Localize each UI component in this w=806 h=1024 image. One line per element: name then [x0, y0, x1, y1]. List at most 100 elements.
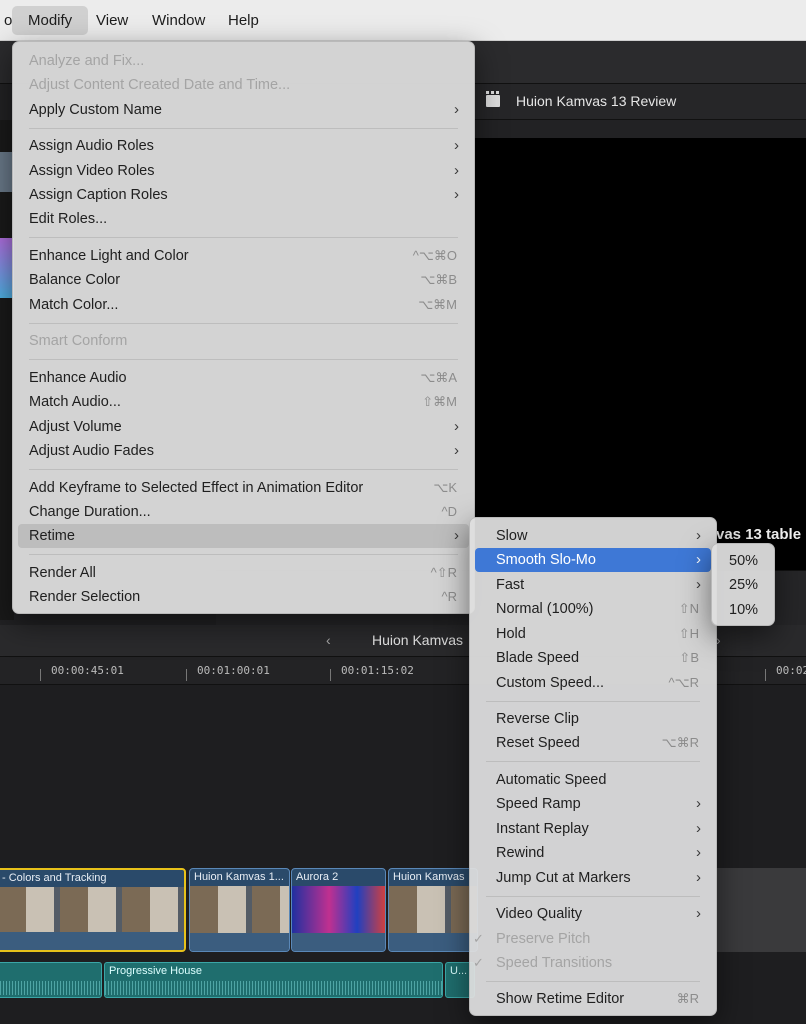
menubar-item-view[interactable]: View	[80, 6, 144, 35]
timeline-clip[interactable]	[716, 868, 806, 952]
menu-item-shortcut: ⌥⌘R	[661, 735, 699, 750]
viewer-canvas[interactable]	[474, 138, 806, 570]
ruler-tick	[186, 669, 187, 681]
timeline-clip[interactable]: Huion Kamvas 1...	[189, 868, 290, 952]
menu-item-balance-color[interactable]: Balance Color ⌥⌘B	[18, 268, 469, 292]
clip-audio	[389, 933, 477, 951]
menu-item-25-percent[interactable]: 25%	[717, 573, 769, 597]
menu-item-custom-speed[interactable]: Custom Speed... ^⌥R	[475, 671, 711, 695]
checkmark-icon: ✓	[473, 931, 484, 946]
music-clip[interactable]: Progressive House	[104, 962, 443, 998]
menu-item-apply-custom-name[interactable]: Apply Custom Name ›	[18, 98, 469, 122]
chevron-right-icon: ›	[696, 527, 701, 544]
menu-item-instant-replay[interactable]: Instant Replay ›	[475, 817, 711, 841]
music-clip-label: U...	[450, 965, 468, 977]
menubar-item-window[interactable]: Window	[136, 6, 221, 35]
chevron-right-icon: ›	[696, 869, 701, 886]
menu-item-change-duration[interactable]: Change Duration... ^D	[18, 500, 469, 524]
menu-item-rewind[interactable]: Rewind ›	[475, 841, 711, 865]
menu-item-shortcut: ⌥⌘M	[418, 297, 457, 312]
menu-item-enhance-audio[interactable]: Enhance Audio ⌥⌘A	[18, 366, 469, 390]
ruler-timecode: 00:00:45:01	[51, 664, 124, 677]
timeline-clip[interactable]: Aurora 2	[291, 868, 386, 952]
menubar-item-modify[interactable]: Modify	[12, 6, 89, 35]
menu-item-reverse-clip[interactable]: Reverse Clip	[475, 707, 711, 731]
menu-item-retime[interactable]: Retime ›	[18, 524, 469, 548]
menu-item-label: Assign Video Roles	[29, 163, 155, 179]
menu-item-automatic-speed[interactable]: Automatic Speed	[475, 768, 711, 792]
menu-item-render-all[interactable]: Render All ^⇧R	[18, 561, 469, 585]
menu-item-slow[interactable]: Slow ›	[475, 524, 711, 548]
menu-item-speed-transitions: ✓ Speed Transitions	[473, 951, 711, 975]
menu-item-blade-speed[interactable]: Blade Speed ⇧B	[475, 646, 711, 670]
chevron-right-icon: ›	[696, 905, 701, 922]
timeline-back-arrow-icon[interactable]: ‹	[326, 632, 331, 648]
menu-separator	[29, 554, 458, 555]
clip-label: - Colors and Tracking	[2, 872, 107, 884]
menu-item-hold[interactable]: Hold ⇧H	[475, 622, 711, 646]
timeline-project-title: Huion Kamvas	[372, 632, 464, 648]
menu-item-adjust-audio-fades[interactable]: Adjust Audio Fades ›	[18, 439, 469, 463]
ruler-tick	[330, 669, 331, 681]
timeline-clip[interactable]: - Colors and Tracking	[0, 868, 186, 952]
chevron-right-icon: ›	[454, 527, 459, 544]
viewer-caption: vas 13 table	[716, 526, 802, 543]
menu-item-label: Apply Custom Name	[29, 102, 162, 118]
audio-waveform	[105, 981, 442, 995]
menu-item-label: Show Retime Editor	[496, 991, 625, 1007]
menu-item-smooth-slo-mo[interactable]: Smooth Slo-Mo ›	[475, 548, 711, 572]
menu-item-shortcut: ⇧B	[679, 650, 699, 665]
menu-separator	[486, 761, 700, 762]
menu-item-label: Reset Speed	[496, 735, 580, 751]
menu-item-assign-audio-roles[interactable]: Assign Audio Roles ›	[18, 134, 469, 158]
menu-item-label: Render Selection	[29, 589, 141, 605]
menu-item-assign-video-roles[interactable]: Assign Video Roles ›	[18, 159, 469, 183]
menu-item-speed-ramp[interactable]: Speed Ramp ›	[475, 792, 711, 816]
menu-item-show-retime-editor[interactable]: Show Retime Editor ⌘R	[475, 987, 711, 1011]
chevron-right-icon: ›	[454, 186, 459, 203]
menu-item-jump-cut-at-markers[interactable]: Jump Cut at Markers ›	[475, 866, 711, 890]
menubar-item-help[interactable]: Help	[212, 6, 275, 35]
menu-item-shortcut: ⇧⌘M	[422, 394, 457, 409]
menu-item-shortcut: ⌥K	[433, 480, 457, 495]
menu-item-match-color[interactable]: Match Color... ⌥⌘M	[18, 293, 469, 317]
menu-item-shortcut: ^⇧R	[430, 565, 457, 580]
chevron-right-icon: ›	[454, 101, 459, 118]
menu-item-label: Instant Replay	[496, 821, 589, 837]
menu-item-label: 50%	[729, 553, 759, 569]
menu-item-enhance-light-and-color[interactable]: Enhance Light and Color ^⌥⌘O	[18, 244, 469, 268]
menu-item-video-quality[interactable]: Video Quality ›	[475, 902, 711, 926]
clip-label: Huion Kamvas 1...	[194, 871, 284, 883]
menu-item-10-percent[interactable]: 10%	[717, 598, 769, 622]
menu-item-normal-100[interactable]: Normal (100%) ⇧N	[475, 597, 711, 621]
music-clip-label: Progressive House	[109, 965, 202, 977]
menu-item-label: Video Quality	[496, 906, 582, 922]
menu-item-shortcut: ⌥⌘B	[420, 272, 457, 287]
menu-item-add-keyframe[interactable]: Add Keyframe to Selected Effect in Anima…	[18, 476, 469, 500]
menu-item-shortcut: ^⌥⌘O	[412, 248, 457, 263]
menu-item-label: Normal (100%)	[496, 601, 594, 617]
menu-item-50-percent[interactable]: 50%	[717, 549, 769, 573]
modify-menu: Analyze and Fix... Adjust Content Create…	[12, 41, 475, 614]
menu-item-fast[interactable]: Fast ›	[475, 573, 711, 597]
timeline-clip[interactable]: Huion Kamvas	[388, 868, 478, 952]
clip-filmstrip	[389, 886, 477, 933]
menu-item-label: Enhance Light and Color	[29, 248, 189, 264]
music-clip[interactable]	[0, 962, 102, 998]
menu-separator	[29, 469, 458, 470]
clip-label: Huion Kamvas	[393, 871, 465, 883]
menu-bar: o Modify View Window Help	[0, 0, 806, 41]
menu-item-label: Custom Speed...	[496, 675, 604, 691]
ruler-timecode: 00:02	[776, 664, 806, 677]
menu-item-edit-roles[interactable]: Edit Roles...	[18, 207, 469, 231]
menu-item-match-audio[interactable]: Match Audio... ⇧⌘M	[18, 390, 469, 414]
menu-separator	[29, 359, 458, 360]
menu-item-adjust-volume[interactable]: Adjust Volume ›	[18, 415, 469, 439]
menu-item-reset-speed[interactable]: Reset Speed ⌥⌘R	[475, 731, 711, 755]
menu-item-label: Balance Color	[29, 272, 121, 288]
menu-item-label: Speed Transitions	[496, 955, 613, 971]
menu-item-label: Edit Roles...	[29, 211, 108, 227]
menu-item-render-selection[interactable]: Render Selection ^R	[18, 585, 469, 609]
menu-item-assign-caption-roles[interactable]: Assign Caption Roles ›	[18, 183, 469, 207]
menu-item-label: Retime	[29, 528, 75, 544]
